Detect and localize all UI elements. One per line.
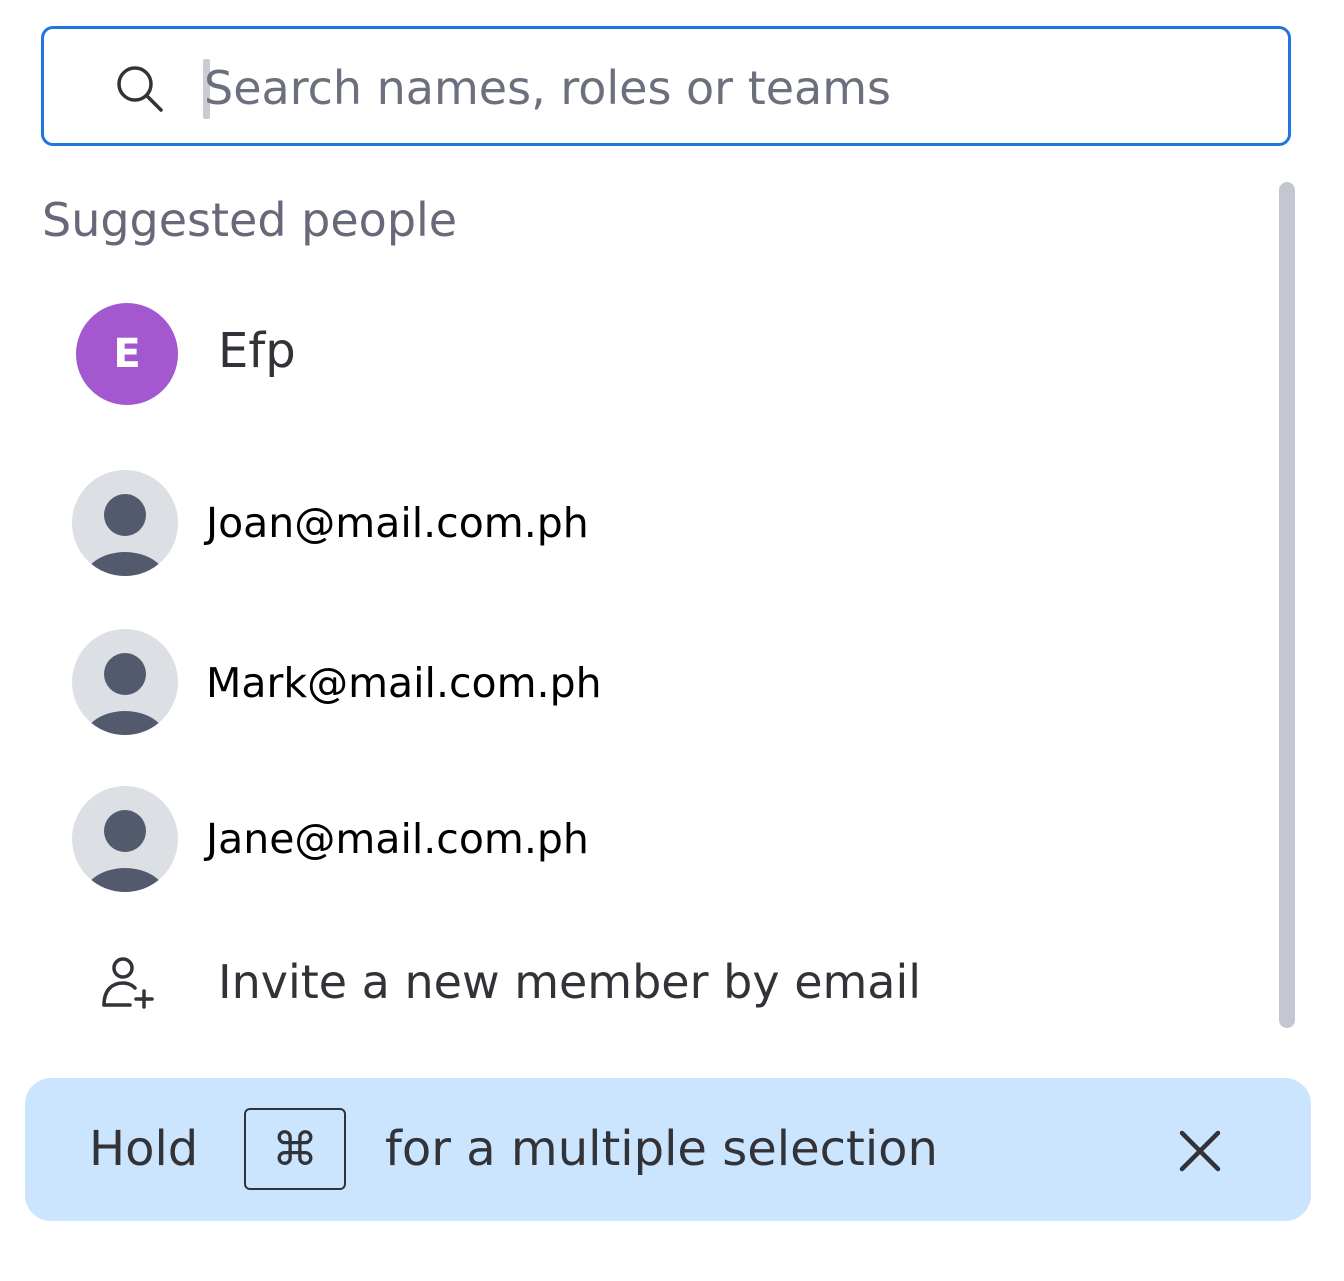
hold-label: Hold [89, 1121, 199, 1177]
search-field[interactable] [41, 26, 1291, 146]
invite-member-button[interactable]: Invite a new member by email [40, 955, 1260, 1015]
person-item-mark[interactable]: Mark@mail.com.ph [40, 629, 1260, 735]
people-picker: Suggested people E Efp Joan@mail.com.ph … [0, 0, 1344, 1281]
section-title: Suggested people [42, 193, 458, 247]
scrollbar[interactable] [1279, 182, 1295, 1028]
person-email: Joan@mail.com.ph [206, 499, 589, 547]
person-item-jane[interactable]: Jane@mail.com.ph [40, 786, 1260, 892]
invite-label: Invite a new member by email [218, 955, 922, 1009]
multiselect-hint-banner: Hold ⌘ for a multiple selection [25, 1078, 1311, 1221]
person-avatar-icon [72, 786, 178, 892]
search-input[interactable] [204, 51, 1204, 125]
close-icon[interactable] [1175, 1126, 1225, 1176]
person-email: Mark@mail.com.ph [206, 659, 602, 707]
person-item-efp[interactable]: E Efp [40, 303, 1260, 405]
search-icon [117, 66, 163, 112]
person-name: Efp [218, 323, 296, 379]
avatar: E [76, 303, 178, 405]
add-person-icon [102, 957, 154, 1009]
person-avatar-icon [72, 470, 178, 576]
person-avatar-icon [72, 629, 178, 735]
person-email: Jane@mail.com.ph [206, 815, 589, 863]
person-item-joan[interactable]: Joan@mail.com.ph [40, 470, 1260, 576]
hint-text: for a multiple selection [385, 1121, 938, 1177]
command-key-badge: ⌘ [244, 1108, 346, 1190]
